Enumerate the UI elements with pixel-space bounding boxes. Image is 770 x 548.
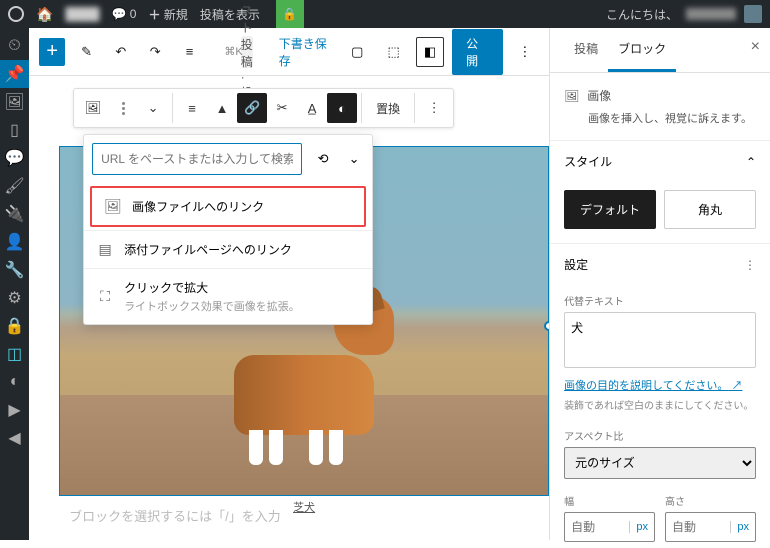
width-unit[interactable]: px — [629, 521, 654, 533]
duotone-button[interactable]: ◐ — [327, 93, 357, 123]
close-sidebar-button[interactable]: × — [751, 38, 760, 56]
admin-sidenav: ⏲ 📌 🖼 ▯ 💬 🖌 🔌 👤 🔧 ⚙ 🔒 ◫ ◐ ▶ ◀ — [0, 28, 29, 540]
wordpress-icon[interactable] — [8, 6, 24, 22]
alt-text-input[interactable]: 犬 — [564, 312, 756, 368]
link-popover: ⟲ ⌄ 🖼 画像ファイルへのリンク ▤ 添付ファイルページへのリンク ⛶ クリッ… — [83, 134, 373, 325]
nav-pages[interactable]: ▯ — [0, 116, 29, 144]
link-button[interactable]: 🔗 — [237, 93, 267, 123]
expand-icon: ⛶ — [96, 288, 114, 305]
editor-topbar: + ✎ ↶ ↷ ≡ テスト投稿 · 投稿 ⌘K 下書き保存 ▢ ⬚ ◧ 公開 ⋮ — [29, 28, 549, 76]
publish-button[interactable]: 公開 — [452, 29, 503, 75]
link-option-lightbox[interactable]: ⛶ クリックで拡大ライトボックス効果で画像を拡張。 — [84, 268, 372, 324]
image-icon: 🖼 — [104, 198, 122, 215]
outline-button[interactable]: ≡ — [176, 38, 202, 66]
new-content-link[interactable]: ＋ 新規 — [148, 6, 187, 23]
edit-mode-button[interactable]: ✎ — [73, 38, 99, 66]
aspect-ratio-select[interactable]: 元のサイズ — [564, 447, 756, 479]
block-type-button[interactable]: 🖼 — [78, 93, 108, 123]
nav-tools[interactable]: 🔧 — [0, 256, 29, 284]
nav-settings[interactable]: ⚙ — [0, 284, 29, 312]
nav-comments[interactable]: 💬 — [0, 144, 29, 172]
nav-plugin-1[interactable]: ◫ — [0, 340, 29, 368]
crop-button[interactable]: ✂ — [267, 93, 297, 123]
admin-bar: 🏠 ████ 0 ＋ 新規 投稿を表示 🔒 こんにちは、 — [0, 0, 770, 28]
redo-button[interactable]: ↷ — [142, 38, 168, 66]
nav-media[interactable]: 🖼 — [0, 88, 29, 116]
height-input[interactable] — [666, 520, 730, 534]
aspect-ratio-label: アスペクト比 — [564, 428, 756, 443]
tab-post[interactable]: 投稿 — [564, 28, 608, 72]
replace-button[interactable]: 置換 — [366, 93, 410, 123]
link-option-attachment-page[interactable]: ▤ 添付ファイルページへのリンク — [84, 230, 372, 268]
height-unit[interactable]: px — [730, 521, 755, 533]
nav-posts[interactable]: 📌 — [0, 60, 29, 88]
preview-desktop-button[interactable]: ▢ — [343, 37, 371, 67]
width-input[interactable] — [565, 520, 629, 534]
image-icon: 🖼 — [564, 89, 579, 103]
site-name[interactable]: ████ — [65, 7, 99, 21]
avatar[interactable] — [744, 5, 762, 23]
username[interactable] — [686, 8, 736, 20]
width-label: 幅 — [564, 493, 655, 508]
align-wide-button[interactable]: ▲ — [207, 93, 237, 123]
nav-dashboard[interactable]: ⏲ — [0, 32, 29, 60]
align-button[interactable]: ≡ — [177, 93, 207, 123]
nav-plugin-3[interactable]: ▶ — [0, 396, 29, 424]
settings-panel-header[interactable]: 設定⋮ — [550, 243, 770, 285]
block-toolbar: 🖼 ⌄ ≡ ▲ 🔗 ✂ A̲ ◐ 置換 ⋮ — [73, 88, 454, 128]
nav-security[interactable]: 🔒 — [0, 312, 29, 340]
home-icon[interactable]: 🏠 — [36, 6, 53, 23]
block-name: 画像 — [587, 87, 611, 104]
comments-link[interactable]: 0 — [111, 7, 136, 21]
alt-help-text: 装飾であれば空白のままにしてください。 — [564, 397, 756, 412]
chevron-up-icon: ⌃ — [746, 155, 756, 169]
text-overlay-button[interactable]: A̲ — [297, 93, 327, 123]
greeting-text: こんにちは、 — [606, 6, 678, 23]
height-label: 高さ — [665, 493, 756, 508]
view-button[interactable]: ⬚ — [379, 37, 407, 67]
style-rounded-button[interactable]: 角丸 — [664, 190, 756, 229]
nav-appearance[interactable]: 🖌 — [0, 172, 29, 200]
block-more-button[interactable]: ⋮ — [419, 93, 449, 123]
shortcut-hint: ⌘K — [224, 45, 242, 58]
alt-help-link[interactable]: 画像の目的を説明してください。 ↗ — [564, 380, 742, 392]
style-default-button[interactable]: デフォルト — [564, 190, 656, 229]
page-icon: ▤ — [96, 241, 114, 258]
link-submit-button[interactable]: ⟲ — [308, 144, 338, 174]
lock-icon[interactable]: 🔒 — [276, 0, 304, 28]
alt-text-label: 代替テキスト — [564, 293, 756, 308]
link-expand-button[interactable]: ⌄ — [344, 151, 364, 167]
block-description: 画像を挿入し、視覚に訴えます。 — [588, 110, 756, 126]
nav-plugin-2[interactable]: ◐ — [0, 368, 29, 396]
image-caption[interactable]: 芝犬 — [293, 499, 315, 515]
more-options-button[interactable]: ⋮ — [511, 37, 539, 67]
styles-panel-header[interactable]: スタイル⌃ — [550, 141, 770, 182]
undo-button[interactable]: ↶ — [108, 38, 134, 66]
editor-canvas[interactable]: 🖼 ⌄ ≡ ▲ 🔗 ✂ A̲ ◐ 置換 ⋮ — [29, 76, 549, 540]
link-option-media-file[interactable]: 🖼 画像ファイルへのリンク — [90, 186, 366, 227]
document-title[interactable]: テスト投稿 · 投稿 ⌘K — [241, 36, 253, 68]
resize-handle[interactable] — [544, 321, 549, 331]
settings-sidebar: 投稿 ブロック × 🖼 画像 画像を挿入し、視覚に訴えます。 スタイル⌃ デフォル… — [549, 28, 770, 540]
nav-collapse[interactable]: ◀ — [0, 424, 29, 452]
add-block-button[interactable]: + — [39, 38, 65, 66]
link-url-input[interactable] — [92, 143, 302, 175]
sidebar-toggle-button[interactable]: ◧ — [416, 37, 444, 67]
block-move-button[interactable]: ⌄ — [138, 93, 168, 123]
save-draft-button[interactable]: 下書き保存 — [279, 35, 335, 69]
nav-plugins[interactable]: 🔌 — [0, 200, 29, 228]
nav-users[interactable]: 👤 — [0, 228, 29, 256]
settings-more-icon[interactable]: ⋮ — [744, 258, 756, 272]
block-drag-handle[interactable] — [108, 93, 138, 123]
editor-area: + ✎ ↶ ↷ ≡ テスト投稿 · 投稿 ⌘K 下書き保存 ▢ ⬚ ◧ 公開 ⋮… — [29, 28, 549, 540]
block-inserter-hint[interactable]: ブロックを選択するには「/」を入力 — [69, 506, 281, 525]
tab-block[interactable]: ブロック — [608, 28, 676, 72]
